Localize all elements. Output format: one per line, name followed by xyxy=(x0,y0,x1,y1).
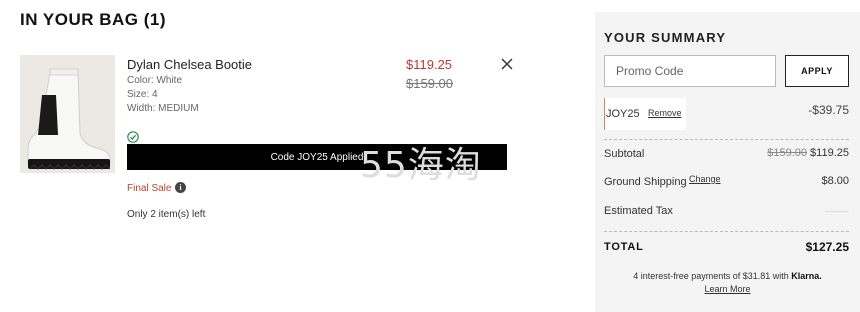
tax-label: Estimated Tax xyxy=(604,205,673,217)
applied-code-name: JOY25 xyxy=(606,108,640,120)
subtotal-original: $159.00 xyxy=(767,147,808,159)
tax-placeholder-dash xyxy=(825,211,849,212)
learn-more-row: Learn More xyxy=(595,284,860,294)
bag-title: IN YOUR BAG (1) xyxy=(20,10,167,29)
stock-notice: Only 2 item(s) left xyxy=(127,209,206,220)
product-name[interactable]: Dylan Chelsea Bootie xyxy=(127,57,252,72)
klarna-message: 4 interest-free payments of $31.81 with … xyxy=(595,271,860,281)
subtotal-label: Subtotal xyxy=(604,148,645,160)
shipping-label: Ground Shipping xyxy=(604,176,687,188)
product-width: Width: MEDIUM xyxy=(127,103,199,114)
product-color: Color: White xyxy=(127,75,183,86)
remove-code-link[interactable]: Remove xyxy=(648,108,682,118)
discount-amount: -$39.75 xyxy=(808,103,849,117)
applied-code-chip: JOY25 Remove xyxy=(604,98,686,130)
change-shipping-link[interactable]: Change xyxy=(689,174,721,184)
check-circle-icon xyxy=(127,130,139,143)
product-size: Size: 4 xyxy=(127,89,158,100)
summary-title: YOUR SUMMARY xyxy=(604,30,727,45)
original-price: $159.00 xyxy=(406,76,453,91)
product-image[interactable] xyxy=(20,55,115,173)
total-label: TOTAL xyxy=(604,241,644,253)
subtotal-value: $159.00 $119.25 xyxy=(767,147,849,159)
klarna-logo: Klarna. xyxy=(791,271,822,281)
watermark: 55海淘 xyxy=(360,145,482,186)
subtotal-current: $119.25 xyxy=(810,147,849,159)
info-icon[interactable]: i xyxy=(175,182,186,193)
boot-illustration xyxy=(20,55,115,173)
close-icon[interactable] xyxy=(500,57,514,71)
sale-price: $119.25 xyxy=(406,57,453,72)
learn-more-link[interactable]: Learn More xyxy=(704,284,750,294)
divider xyxy=(604,231,849,232)
apply-button[interactable]: APPLY xyxy=(785,55,849,87)
order-summary-panel: YOUR SUMMARY APPLY JOY25 Remove -$39.75 … xyxy=(595,12,860,312)
divider xyxy=(604,139,849,140)
promo-code-input[interactable] xyxy=(604,55,776,87)
total-value: $127.25 xyxy=(805,240,849,254)
final-sale-label: Final Sale xyxy=(127,183,172,194)
shipping-value: $8.00 xyxy=(821,175,849,187)
klarna-text: 4 interest-free payments of $31.81 with xyxy=(633,271,789,281)
